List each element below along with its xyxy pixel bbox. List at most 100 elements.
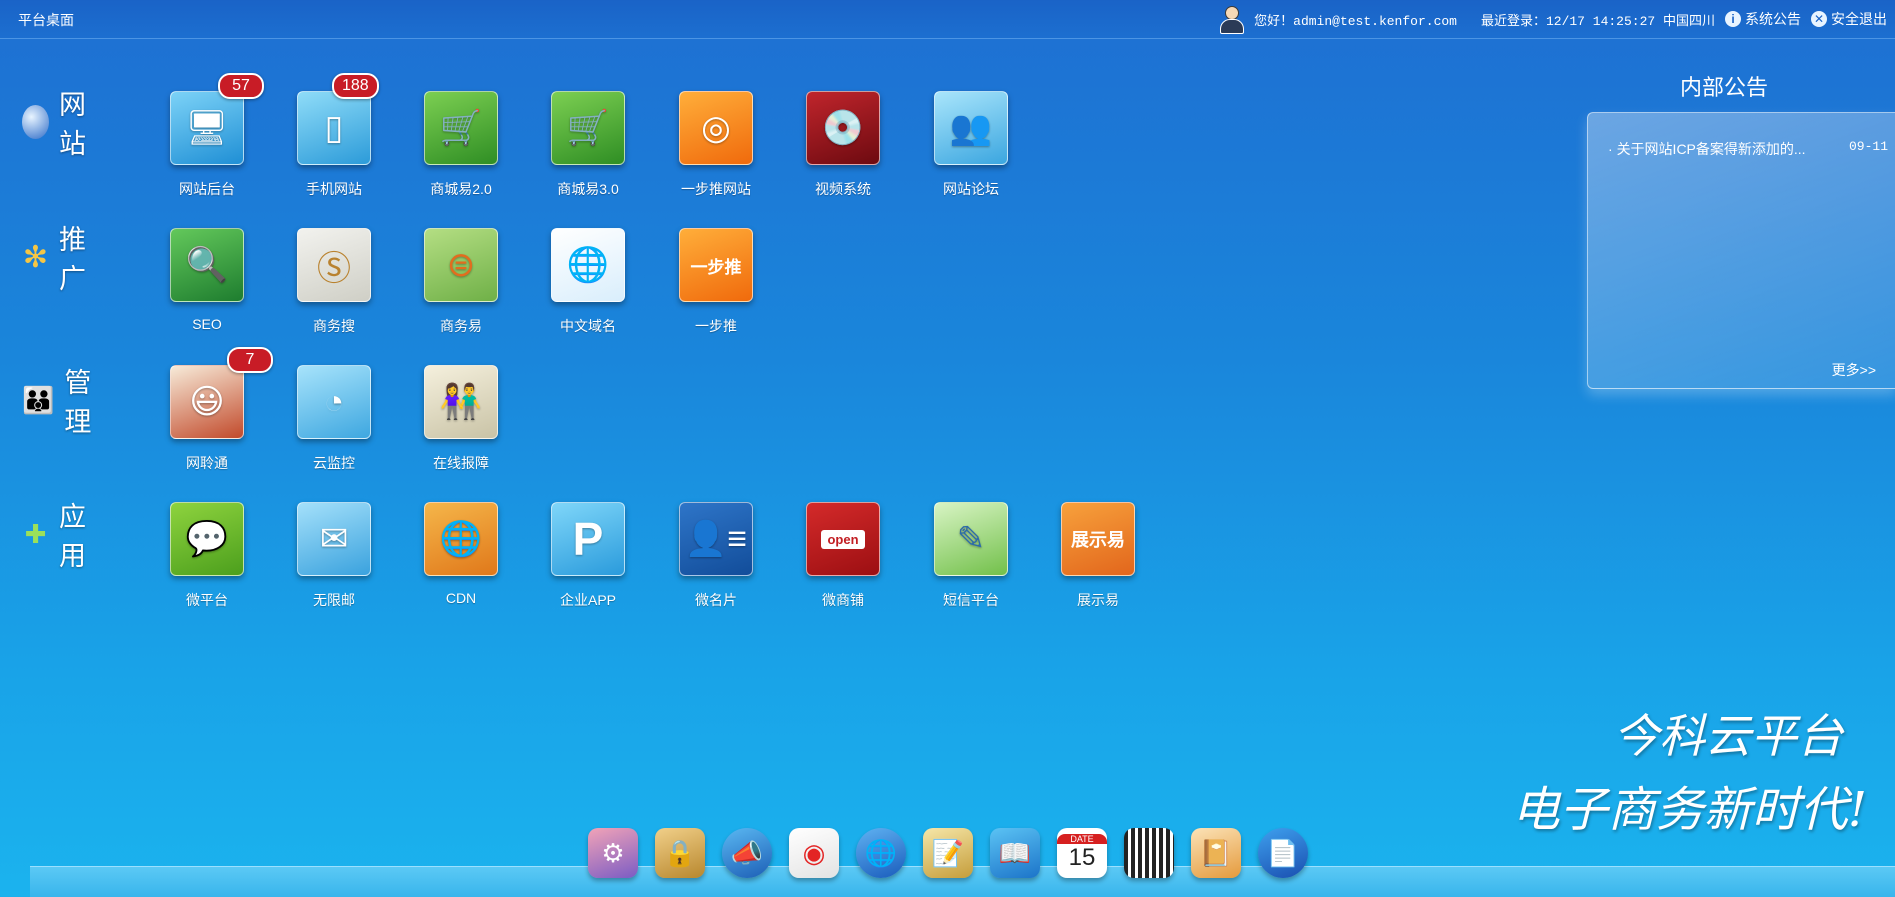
s-logo-icon: Ⓢ: [297, 228, 371, 302]
sms-pen-icon: ✎: [934, 502, 1008, 576]
app-label: 企业APP: [559, 592, 616, 608]
dvd-icon: 💿: [806, 91, 880, 165]
app-cloud-monitor[interactable]: ◔ 云监控: [279, 365, 389, 473]
info-icon: i: [1725, 11, 1741, 27]
app-yibutui-site[interactable]: ◎ 一步推网站: [661, 91, 771, 199]
app-cdn[interactable]: 🌐 CDN: [406, 502, 516, 606]
app-wanglingtong[interactable]: 😃 7 网聆通: [152, 347, 273, 473]
app-website-backend[interactable]: 🖥 57 网站后台: [152, 73, 264, 199]
app-wei-card[interactable]: 👤≡ 微名片: [661, 502, 771, 610]
user-avatar-icon: [1218, 5, 1245, 34]
top-bar: 平台桌面 您好！admin@test.kenfor.com 最近登录：12/17…: [0, 0, 1895, 39]
cart-icon: 🛒: [424, 91, 498, 165]
close-icon: ✕: [1811, 11, 1827, 27]
notice-title: 内部公告: [1680, 75, 1769, 100]
app-zhanshiyi[interactable]: 展示易 展示易: [1043, 502, 1153, 610]
greeting-text: 您好！admin@test.kenfor.com: [1254, 13, 1457, 29]
category-apps: ✚ 应 用: [22, 502, 142, 572]
app-mall-2[interactable]: 🛒 商城易2.0: [406, 91, 516, 199]
category-label: 网 站: [58, 90, 100, 160]
logout-link[interactable]: ✕ 安全退出: [1811, 9, 1887, 29]
app-label: 展示易: [1077, 592, 1119, 608]
app-label: 视频系统: [815, 181, 871, 197]
category-label: 应 用: [58, 502, 100, 572]
globe-icon[interactable]: 🌐: [856, 828, 906, 878]
calendar-icon[interactable]: DATE 15: [1057, 828, 1107, 878]
logout-label: 安全退出: [1831, 11, 1887, 27]
app-label: SEO: [192, 316, 222, 332]
last-login-text: 最近登录：12/17 14:25:27 中国四川: [1480, 13, 1715, 29]
qr-code-icon[interactable]: [1124, 828, 1174, 878]
coin-logo-icon: ⊜: [424, 228, 498, 302]
monitor-globe-icon: 🖥: [170, 91, 244, 165]
system-notice-link[interactable]: i 系统公告: [1725, 9, 1801, 29]
app-business-easy[interactable]: ⊜ 商务易: [406, 228, 516, 336]
app-label: 无限邮: [313, 592, 355, 608]
shop-open-icon: open: [806, 502, 880, 576]
app-business-search[interactable]: Ⓢ 商务搜: [279, 228, 389, 336]
app-label: 中文域名: [560, 318, 616, 334]
app-label: CDN: [445, 590, 477, 606]
app-label: 微商铺: [822, 592, 864, 608]
globe-icon: [22, 105, 49, 139]
app-unlimited-mail[interactable]: ✉ 无限邮: [279, 502, 389, 610]
app-sms-platform[interactable]: ✎ 短信平台: [916, 502, 1026, 610]
app-label: 商城易2.0: [430, 181, 492, 197]
notebook-icon[interactable]: 📔: [1191, 828, 1241, 878]
slogan: 今科云平台 电子商务新时代!: [1512, 700, 1867, 840]
slogan-line-2: 电子商务新时代!: [1511, 782, 1867, 838]
domain-globe-icon: 🌐: [551, 228, 625, 302]
app-label: 一步推网站: [681, 181, 751, 197]
app-enterprise-app[interactable]: P 企业APP: [533, 502, 643, 610]
pie-chart-icon: ◔: [297, 365, 371, 439]
category-promotion: ✻ 推 广: [22, 225, 142, 295]
app-wei-shop[interactable]: open 微商铺: [788, 502, 898, 610]
compass-icon: ◎: [679, 91, 753, 165]
notification-badge: 188: [332, 73, 379, 99]
support-people-icon: 👫: [424, 365, 498, 439]
notification-badge: 57: [218, 73, 264, 99]
top-bar-right: 您好！admin@test.kenfor.com 最近登录：12/17 14:2…: [1218, 0, 1887, 38]
notification-badge: 7: [227, 347, 273, 373]
page-title: 平台桌面: [18, 12, 74, 28]
notice-more-link[interactable]: 更多>>: [1832, 360, 1876, 380]
notice-item-text: · 关于网站ICP备案得新添加的...: [1608, 141, 1806, 157]
dock: ⚙ 🔒 📣 ◉ 🌐 📝 📖 DATE 15 📔 📄: [588, 828, 1308, 878]
app-video-system[interactable]: 💿 视频系统: [788, 91, 898, 199]
app-online-report[interactable]: 👫 在线报障: [406, 365, 516, 473]
app-mobile-site[interactable]: ▯ 188 手机网站: [279, 73, 389, 199]
app-label: 一步推: [695, 318, 737, 334]
app-label: 网站论坛: [943, 181, 999, 197]
business-card-icon: 👤≡: [679, 502, 753, 576]
app-label: 网聆通: [186, 455, 228, 471]
app-seo[interactable]: 🔍 SEO: [152, 228, 262, 332]
user-settings-icon[interactable]: ⚙: [588, 828, 638, 878]
app-label: 云监控: [313, 455, 355, 471]
tablet-icon: ▯: [297, 91, 371, 165]
globe-orb-icon: 🌐: [424, 502, 498, 576]
category-manage: 👪 管 理: [22, 368, 142, 438]
star-icon: ✻: [22, 240, 49, 274]
megaphone-icon[interactable]: 📣: [722, 828, 772, 878]
app-label: 商城易3.0: [557, 181, 619, 197]
book-icon[interactable]: 📖: [990, 828, 1040, 878]
smiley-icon: 😃: [170, 365, 244, 439]
app-wei-platform[interactable]: 💬 微平台: [152, 502, 262, 610]
notice-item[interactable]: · 关于网站ICP备案得新添加的... 09-11: [1608, 139, 1888, 159]
app-chinese-domain[interactable]: 🌐 中文域名: [533, 228, 643, 336]
category-website: 网 站: [22, 90, 142, 160]
envelope-icon: ✉: [297, 502, 371, 576]
weibo-icon[interactable]: ◉: [789, 828, 839, 878]
app-mall-3[interactable]: 🛒 商城易3.0: [533, 91, 643, 199]
app-label: 微名片: [695, 592, 737, 608]
apps-icon: ✚: [24, 518, 47, 549]
app-forum[interactable]: 👥 网站论坛: [916, 91, 1026, 199]
notepad-search-icon[interactable]: 📝: [923, 828, 973, 878]
notice-panel: · 关于网站ICP备案得新添加的... 09-11 更多>>: [1587, 112, 1895, 389]
lock-icon[interactable]: 🔒: [655, 828, 705, 878]
document-icon[interactable]: 📄: [1258, 828, 1308, 878]
phone-chat-icon: 💬: [170, 502, 244, 576]
category-label: 推 广: [58, 225, 100, 295]
app-yibutui[interactable]: 一步推 一步推: [661, 228, 771, 336]
p-logo-icon: P: [551, 502, 625, 576]
